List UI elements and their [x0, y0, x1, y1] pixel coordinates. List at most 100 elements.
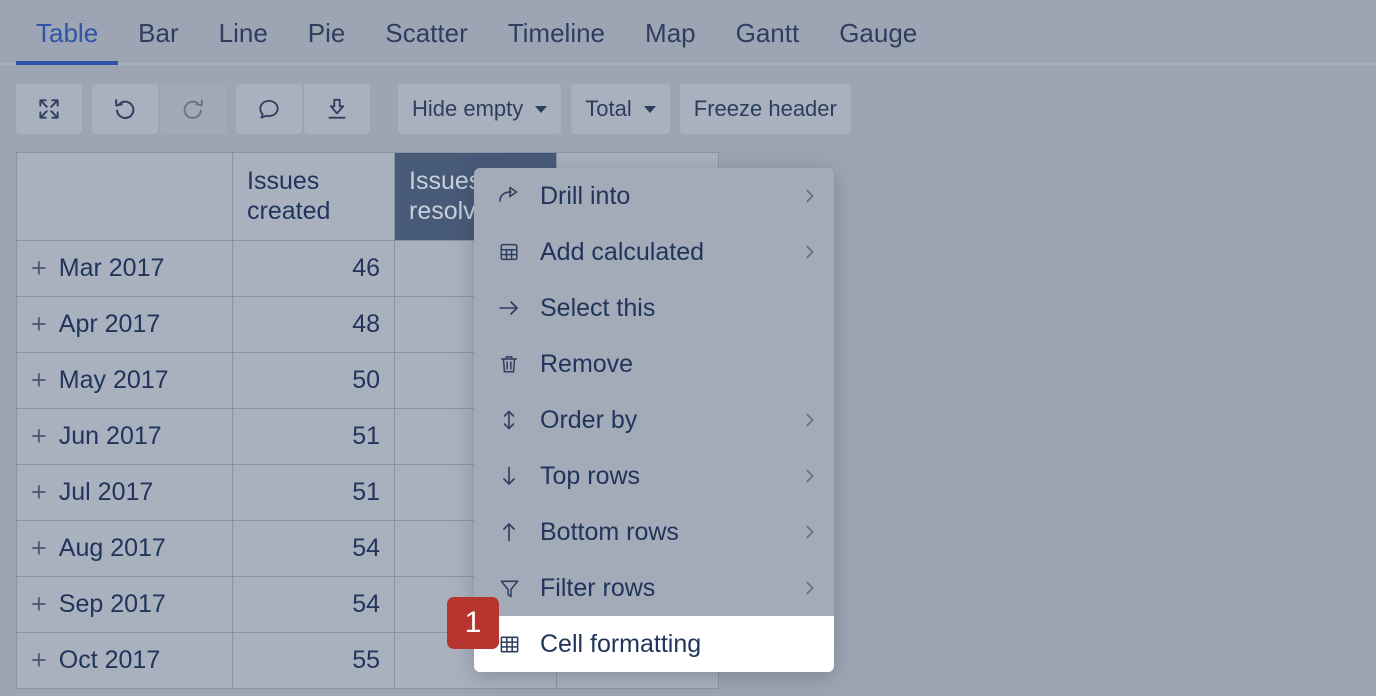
- menu-item-label: Select this: [540, 293, 656, 322]
- tab-gantt[interactable]: Gantt: [716, 20, 820, 63]
- expand-icon: [36, 96, 62, 122]
- row-label-cell[interactable]: + Oct 2017: [17, 633, 233, 689]
- arrow-up-icon: [496, 519, 522, 545]
- tab-scatter[interactable]: Scatter: [365, 20, 487, 63]
- row-label: Mar 2017: [58, 254, 165, 282]
- expand-row-icon[interactable]: +: [31, 311, 47, 338]
- row-label: Sep 2017: [58, 590, 166, 618]
- cell-issues-created[interactable]: 54: [233, 521, 395, 577]
- tab-timeline[interactable]: Timeline: [488, 20, 625, 63]
- expand-row-icon[interactable]: +: [31, 647, 47, 674]
- expand-row-icon[interactable]: +: [31, 367, 47, 394]
- row-label: Aug 2017: [58, 534, 166, 562]
- menu-item-bottom-rows[interactable]: Bottom rows: [474, 504, 834, 560]
- tab-line[interactable]: Line: [199, 20, 288, 63]
- menu-item-top-rows[interactable]: Top rows: [474, 448, 834, 504]
- toolbar-group-share: [236, 84, 370, 134]
- row-label-cell[interactable]: + Jun 2017: [17, 409, 233, 465]
- menu-item-label: Order by: [540, 405, 638, 434]
- tab-map[interactable]: Map: [625, 20, 716, 63]
- row-label-cell[interactable]: + Aug 2017: [17, 521, 233, 577]
- toolbar-group-history: [92, 84, 226, 134]
- arrow-down-icon: [496, 463, 522, 489]
- menu-item-add-calculated[interactable]: Add calculated: [474, 224, 834, 280]
- menu-item-filter-rows[interactable]: Filter rows: [474, 560, 834, 616]
- menu-item-drill-into[interactable]: Drill into: [474, 168, 834, 224]
- chevron-down-icon: [535, 105, 548, 113]
- comment-icon: [256, 96, 282, 122]
- expand-row-icon[interactable]: +: [31, 591, 47, 618]
- menu-item-label: Top rows: [540, 461, 641, 490]
- row-label: Apr 2017: [58, 310, 161, 338]
- tab-table[interactable]: Table: [16, 18, 119, 65]
- redo-button[interactable]: [160, 84, 226, 134]
- tab-label: Map: [645, 18, 696, 48]
- undo-icon: [111, 95, 139, 123]
- tab-label: Gantt: [735, 18, 800, 48]
- step-badge-number: 1: [464, 606, 482, 639]
- menu-item-select-this[interactable]: Select this: [474, 280, 834, 336]
- table-header-issues-created[interactable]: Issues created: [233, 153, 395, 241]
- menu-item-order-by[interactable]: Order by: [474, 392, 834, 448]
- menu-item-label: Bottom rows: [540, 517, 679, 546]
- total-label: Total: [585, 96, 632, 121]
- tab-bar[interactable]: Bar: [118, 20, 198, 63]
- menu-item-label: Remove: [540, 349, 634, 378]
- chevron-right-icon: [802, 244, 818, 260]
- row-label-cell[interactable]: + Apr 2017: [17, 297, 233, 353]
- tab-label: Table: [36, 18, 99, 48]
- expand-row-icon[interactable]: +: [31, 255, 47, 282]
- row-label-cell[interactable]: + Jul 2017: [17, 465, 233, 521]
- expand-row-icon[interactable]: +: [31, 423, 47, 450]
- tab-pie[interactable]: Pie: [288, 20, 366, 63]
- arrow-right-icon: [496, 295, 522, 321]
- trash-icon: [496, 351, 522, 377]
- expand-button[interactable]: [16, 84, 82, 134]
- share-arrow-icon: [496, 183, 522, 209]
- freeze-header-button[interactable]: Freeze header: [679, 84, 851, 134]
- cell-issues-created[interactable]: 54: [233, 577, 395, 633]
- hide-empty-dropdown[interactable]: Hide empty: [398, 84, 562, 134]
- tab-label: Pie: [307, 18, 346, 48]
- tab-label: Gauge: [839, 18, 918, 48]
- total-dropdown[interactable]: Total: [571, 84, 670, 134]
- row-label-cell[interactable]: + Mar 2017: [17, 241, 233, 297]
- cell-issues-created[interactable]: 51: [233, 465, 395, 521]
- chevron-right-icon: [802, 412, 818, 428]
- row-label-cell[interactable]: + May 2017: [17, 353, 233, 409]
- row-label: Jul 2017: [58, 478, 154, 506]
- table-toolbar: Hide empty Total Freeze header: [16, 84, 851, 134]
- tab-label: Timeline: [507, 18, 606, 48]
- tab-label: Scatter: [385, 18, 468, 48]
- chevron-down-icon: [643, 105, 656, 113]
- cell-issues-created[interactable]: 48: [233, 297, 395, 353]
- tab-gauge[interactable]: Gauge: [819, 20, 937, 63]
- column-context-menu: Drill into Add calculated Select this Re…: [474, 168, 834, 672]
- freeze-header-label: Freeze header: [693, 96, 837, 121]
- cell-issues-created[interactable]: 50: [233, 353, 395, 409]
- menu-item-label: Drill into: [540, 181, 631, 210]
- grid-icon: [496, 631, 522, 657]
- chevron-right-icon: [802, 580, 818, 596]
- redo-icon: [179, 95, 207, 123]
- download-button[interactable]: [304, 84, 370, 134]
- menu-item-label: Add calculated: [540, 237, 705, 266]
- tab-label: Line: [218, 18, 268, 48]
- menu-item-cell-formatting[interactable]: Cell formatting: [474, 616, 834, 672]
- menu-item-remove[interactable]: Remove: [474, 336, 834, 392]
- cell-issues-created[interactable]: 51: [233, 409, 395, 465]
- row-label-cell[interactable]: + Sep 2017: [17, 577, 233, 633]
- app-root: Table Bar Line Pie Scatter Timeline Map …: [0, 0, 1376, 696]
- table-header-corner[interactable]: [17, 153, 233, 241]
- chevron-right-icon: [802, 188, 818, 204]
- expand-row-icon[interactable]: +: [31, 479, 47, 506]
- funnel-icon: [496, 575, 522, 601]
- undo-button[interactable]: [92, 84, 158, 134]
- row-label: Jun 2017: [58, 422, 162, 450]
- tab-label: Bar: [138, 18, 179, 48]
- cell-issues-created[interactable]: 55: [233, 633, 395, 689]
- comment-button[interactable]: [236, 84, 302, 134]
- expand-row-icon[interactable]: +: [31, 535, 47, 562]
- chevron-right-icon: [802, 468, 818, 484]
- cell-issues-created[interactable]: 46: [233, 241, 395, 297]
